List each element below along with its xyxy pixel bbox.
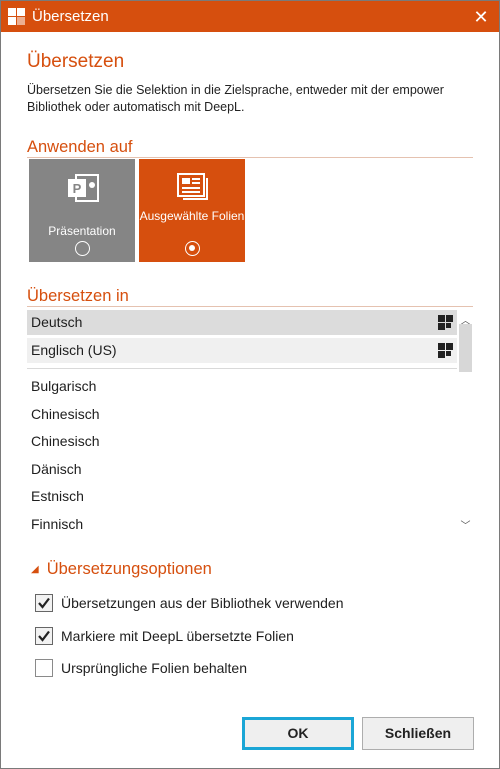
slides-icon (177, 173, 208, 200)
language-item[interactable]: Finnisch (27, 512, 457, 537)
language-item-deutsch[interactable]: Deutsch (27, 310, 457, 335)
language-item-englisch-us[interactable]: Englisch (US) (27, 338, 457, 363)
language-item[interactable]: Estnisch (27, 484, 457, 509)
collapse-triangle-icon: ◢ (31, 564, 39, 575)
language-label: Deutsch (31, 314, 83, 330)
tile-selected-slides-label: Ausgewählte Folien (139, 209, 245, 223)
translate-into-label: Übersetzen in (27, 287, 129, 305)
checkmark-icon (38, 597, 50, 609)
tile-presentation-label: Präsentation (48, 224, 116, 238)
option-label: Übersetzungen aus der Bibliothek verwend… (61, 595, 344, 611)
svg-text:P: P (73, 181, 82, 196)
language-label: Englisch (US) (31, 342, 117, 358)
scrollbar-thumb[interactable] (459, 324, 472, 372)
options-label: Übersetzungsoptionen (46, 560, 212, 578)
checkmark-icon (38, 630, 50, 642)
deepl-icon (438, 315, 453, 330)
close-button[interactable]: Schließen (362, 717, 474, 750)
apply-to-divider (27, 157, 473, 158)
checkbox[interactable] (35, 659, 53, 677)
option-label: Ursprüngliche Folien behalten (61, 660, 247, 676)
scroll-down-icon[interactable]: ﹀ (459, 517, 472, 532)
language-list[interactable]: Deutsch Englisch (US) Bulgarisch Chinesi… (27, 310, 475, 540)
page-title: Übersetzen (27, 51, 125, 72)
scroll-up-icon[interactable]: ︿ (459, 312, 472, 327)
apply-to-label: Anwenden auf (27, 138, 133, 156)
window-title: Übersetzen (32, 8, 109, 25)
powerpoint-icon: P (68, 174, 99, 202)
translate-into-divider (27, 306, 473, 307)
dialog-description: Übersetzen Sie die Selektion in die Ziel… (27, 83, 444, 114)
option-label: Markiere mit DeepL übersetzte Folien (61, 628, 294, 644)
checkbox[interactable] (35, 594, 53, 612)
options-expander[interactable]: ◢ Übersetzungsoptionen (31, 560, 212, 579)
ok-button[interactable]: OK (242, 717, 354, 750)
presentation-radio[interactable] (75, 241, 90, 256)
title-bar[interactable]: Übersetzen ✕ (1, 1, 499, 32)
translate-dialog: Übersetzen ✕ Übersetzen Übersetzen Sie d… (0, 0, 500, 769)
close-icon[interactable]: ✕ (469, 5, 493, 29)
language-item[interactable]: Chinesisch (27, 429, 457, 454)
tile-presentation[interactable]: P Präsentation (29, 159, 135, 262)
language-item[interactable]: Chinesisch (27, 402, 457, 427)
selected-slides-radio[interactable] (185, 241, 200, 256)
favorites-divider (27, 368, 457, 369)
language-item[interactable]: Bulgarisch (27, 374, 457, 399)
checkbox[interactable] (35, 627, 53, 645)
deepl-icon (438, 343, 453, 358)
tile-selected-slides[interactable]: Ausgewählte Folien (139, 159, 245, 262)
empower-app-icon (8, 8, 25, 25)
language-item[interactable]: Dänisch (27, 457, 457, 482)
